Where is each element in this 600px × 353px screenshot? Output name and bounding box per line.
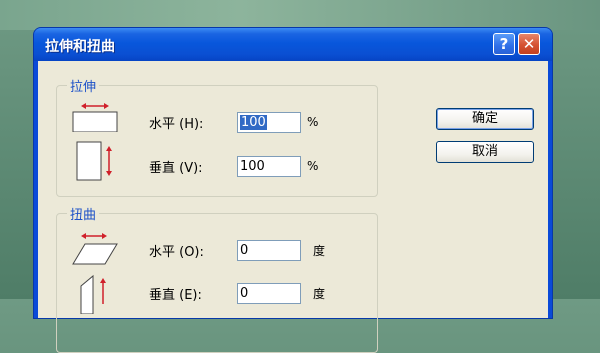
stretch-vertical-value: 100 — [240, 159, 265, 174]
close-button[interactable]: ✕ — [518, 33, 540, 55]
stretch-vertical-icon — [76, 141, 112, 181]
desktop-background — [0, 0, 600, 30]
stretch-vertical-label: 垂直 (V): — [149, 161, 203, 176]
stretch-group: 拉伸 水平 (H): 100 % 垂直 (V): 100 % — [56, 76, 378, 197]
close-icon: ✕ — [522, 35, 536, 53]
skew-vertical-input[interactable]: 0 — [237, 283, 301, 304]
help-icon: ? — [499, 35, 509, 53]
skew-horizontal-input[interactable]: 0 — [237, 240, 301, 261]
skew-horizontal-icon — [72, 233, 118, 265]
ok-button[interactable]: 确定 — [436, 108, 534, 130]
stretch-horizontal-unit: % — [307, 115, 319, 129]
stretch-group-title: 拉伸 — [67, 76, 100, 95]
stretch-vertical-input[interactable]: 100 — [237, 156, 301, 177]
skew-horizontal-unit: 度 — [313, 244, 326, 258]
skew-vertical-icon — [80, 274, 106, 314]
stretch-horizontal-label: 水平 (H): — [149, 117, 204, 132]
stretch-horizontal-icon — [72, 103, 118, 132]
skew-horizontal-value: 0 — [240, 243, 249, 258]
help-button[interactable]: ? — [493, 33, 515, 55]
skew-group-title: 扭曲 — [67, 204, 100, 223]
dialog-title: 拉伸和扭曲 — [45, 39, 115, 55]
stretch-horizontal-input[interactable]: 100 — [237, 112, 301, 133]
stretch-vertical-unit: % — [307, 159, 319, 173]
skew-vertical-label: 垂直 (E): — [149, 288, 202, 303]
dialog-body: 拉伸 水平 (H): 100 % 垂直 (V): 100 % 扭曲 水平 (O)… — [38, 61, 548, 353]
title-bar[interactable]: 拉伸和扭曲 ? ✕ — [34, 28, 552, 61]
stretch-skew-dialog: 拉伸和扭曲 ? ✕ 拉伸 水平 (H): 100 % 垂直 (V): 100 %… — [34, 28, 552, 353]
skew-group: 扭曲 水平 (O): 0 度 垂直 (E): 0 度 — [56, 204, 378, 353]
skew-vertical-unit: 度 — [313, 287, 326, 301]
stretch-horizontal-value: 100 — [240, 115, 267, 130]
skew-horizontal-label: 水平 (O): — [149, 245, 204, 260]
cancel-button[interactable]: 取消 — [436, 141, 534, 163]
